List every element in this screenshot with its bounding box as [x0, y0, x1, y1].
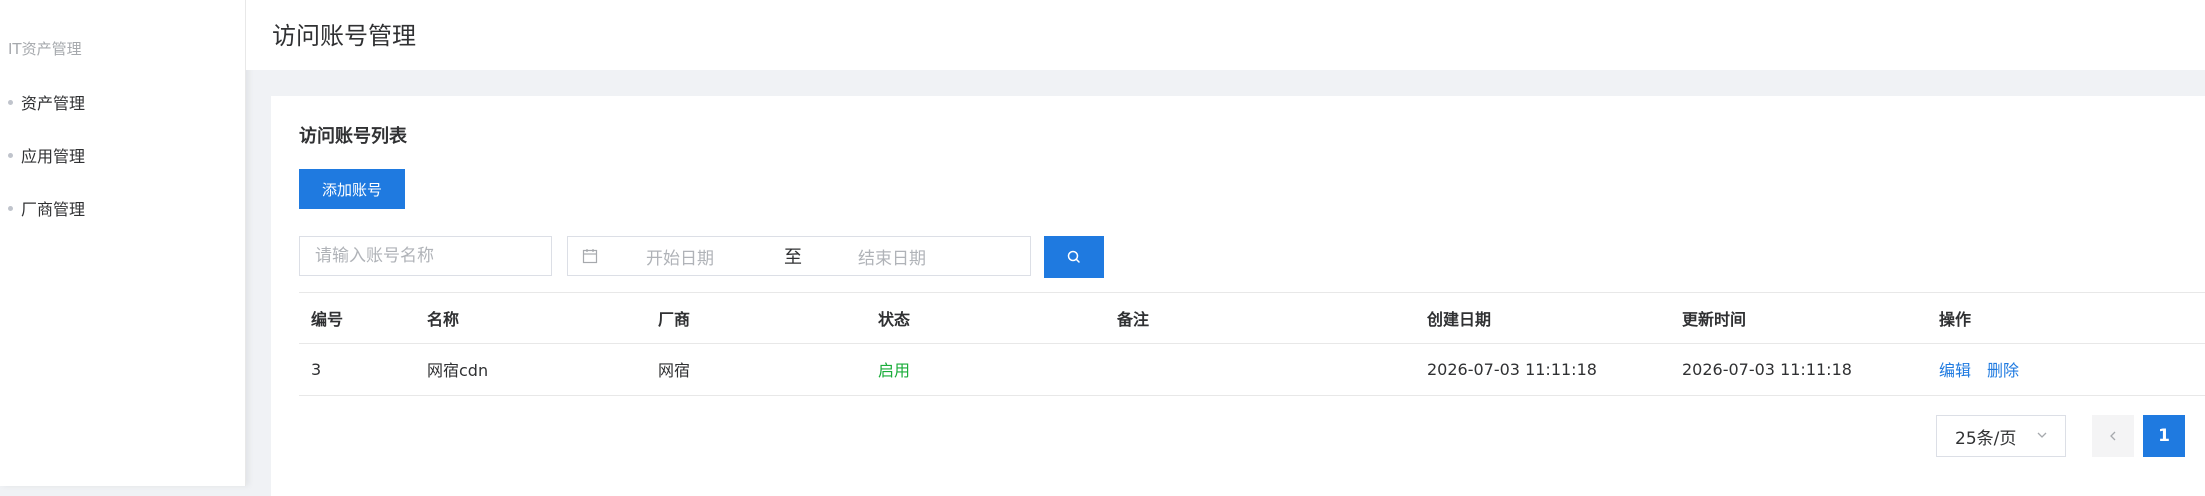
cell-created: 2026-07-03 11:11:18 — [1427, 359, 1597, 379]
page-title: 访问账号管理 — [272, 22, 416, 50]
sidebar: IT资产管理 资产管理 应用管理 厂商管理 — [0, 0, 246, 486]
sidebar-item-label: 应用管理 — [21, 147, 86, 166]
bullet-icon — [8, 99, 13, 105]
cell-id: 3 — [311, 359, 322, 379]
calendar-icon — [582, 249, 598, 264]
cell-vendor: 网宿 — [658, 361, 691, 380]
end-date-input[interactable]: 结束日期 — [858, 244, 958, 269]
column-header-updated: 更新时间 — [1682, 310, 1747, 329]
card-title: 访问账号列表 — [299, 126, 407, 147]
date-range-separator: 至 — [784, 247, 802, 268]
sidebar-item-vendors[interactable]: 厂商管理 — [8, 196, 85, 220]
sidebar-item-label: 资产管理 — [21, 94, 86, 113]
cell-name: 网宿cdn — [427, 361, 489, 380]
edit-link[interactable]: 编辑 — [1939, 357, 1971, 381]
page-size-select[interactable]: 25条/页 — [1936, 415, 2066, 457]
bullet-icon — [8, 205, 13, 211]
cell-actions: 编辑 删除 — [1939, 343, 2035, 395]
column-header-actions: 操作 — [1939, 310, 1972, 329]
chevron-left-icon — [2110, 431, 2116, 441]
page-header: 访问账号管理 — [246, 0, 2205, 70]
account-list-card: 访问账号列表 添加账号 开始日期 至 结束日期 编号 名称 厂商 状态 备注 创… — [271, 96, 2205, 496]
table-row: 3 网宿cdn 网宿 启用 2026-07-03 11:11:18 2026-0… — [299, 343, 2205, 396]
add-account-button[interactable]: 添加账号 — [299, 169, 405, 209]
chevron-down-icon — [2037, 432, 2047, 438]
status-badge: 启用 — [878, 361, 911, 380]
sidebar-group-title: IT资产管理 — [8, 40, 82, 58]
cell-updated: 2026-07-03 11:11:18 — [1682, 359, 1852, 379]
sidebar-item-apps[interactable]: 应用管理 — [8, 143, 85, 167]
table-header: 编号 名称 厂商 状态 备注 创建日期 更新时间 操作 — [299, 292, 2205, 344]
search-button[interactable] — [1044, 236, 1104, 278]
column-header-created: 创建日期 — [1427, 310, 1492, 329]
page-size-value: 25条/页 — [1955, 428, 2017, 449]
column-header-name: 名称 — [427, 310, 460, 329]
page-number-current[interactable]: 1 — [2143, 415, 2185, 457]
account-name-input[interactable] — [299, 236, 552, 276]
column-header-status: 状态 — [878, 310, 911, 329]
column-header-remark: 备注 — [1117, 310, 1150, 329]
delete-link[interactable]: 删除 — [1987, 357, 2019, 381]
prev-page-button[interactable] — [2092, 415, 2134, 457]
sidebar-item-assets[interactable]: 资产管理 — [8, 90, 85, 114]
sidebar-item-label: 厂商管理 — [21, 200, 86, 219]
column-header-vendor: 厂商 — [658, 310, 691, 329]
column-header-id: 编号 — [311, 310, 344, 329]
bullet-icon — [8, 152, 13, 158]
search-icon — [1067, 250, 1080, 263]
date-range-picker[interactable]: 开始日期 至 结束日期 — [567, 236, 1031, 276]
start-date-input[interactable]: 开始日期 — [646, 244, 746, 269]
